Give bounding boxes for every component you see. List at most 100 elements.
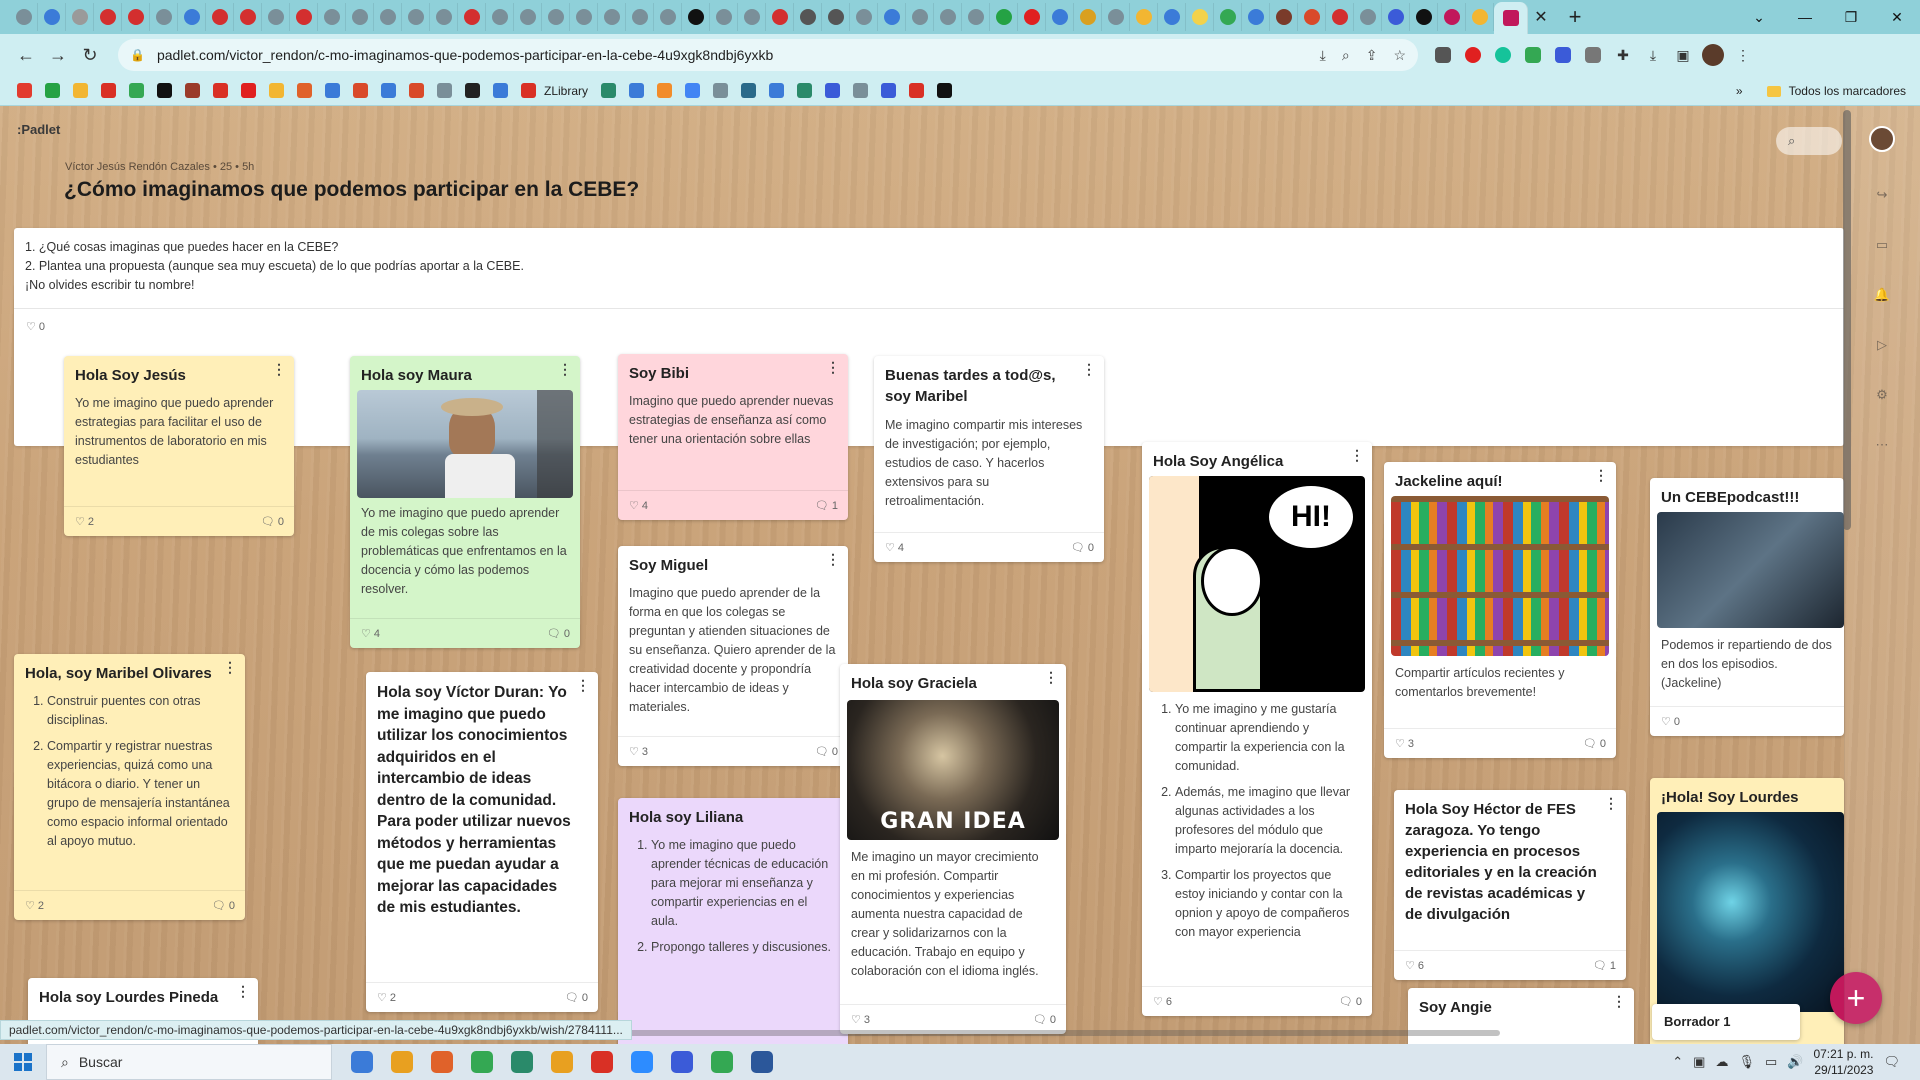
taskbar-app-icon[interactable] xyxy=(382,1044,422,1080)
bookmark-item[interactable] xyxy=(486,79,514,103)
tab-active-padlet[interactable] xyxy=(1494,2,1528,34)
browser-tab[interactable] xyxy=(374,3,402,31)
bookmark-item[interactable] xyxy=(458,79,486,103)
install-app-icon[interactable]: ⤓ xyxy=(1320,47,1326,64)
browser-tab[interactable] xyxy=(486,3,514,31)
browser-tab[interactable] xyxy=(346,3,374,31)
browser-tab[interactable] xyxy=(150,3,178,31)
post-card-liliana[interactable]: Hola soy Liliana Yo me imagino que puedo… xyxy=(618,798,848,1044)
back-button[interactable]: ← xyxy=(10,39,42,71)
more-bookmarks-icon[interactable]: » xyxy=(1736,84,1743,98)
post-menu-icon[interactable]: ⋮ xyxy=(826,552,840,566)
close-window-button[interactable]: ✕ xyxy=(1874,0,1920,34)
comment-button[interactable]: 🗨 0 xyxy=(565,991,588,1004)
post-card-maribel[interactable]: Buenas tardes a tod@s, soy Maribel ⋮ Me … xyxy=(874,356,1104,562)
taskbar-app-icon[interactable] xyxy=(662,1044,702,1080)
post-card-bibi[interactable]: Soy Bibi ⋮ Imagino que puedo aprender nu… xyxy=(618,354,848,520)
bookmark-item[interactable] xyxy=(790,79,818,103)
forward-button[interactable]: → xyxy=(42,39,74,71)
bookmark-label[interactable]: ZLibrary xyxy=(544,84,588,98)
like-button[interactable]: ♡ 4 xyxy=(361,627,380,640)
draft-indicator[interactable]: Borrador 1 xyxy=(1652,1004,1800,1040)
user-avatar[interactable] xyxy=(1869,126,1895,152)
bookmark-item[interactable] xyxy=(262,79,290,103)
post-menu-icon[interactable]: ⋮ xyxy=(576,678,590,692)
browser-tab[interactable] xyxy=(570,3,598,31)
slideshow-icon[interactable]: ▷ xyxy=(1873,336,1891,354)
extension-icon[interactable] xyxy=(1548,40,1578,70)
post-card-maribel-olivares[interactable]: Hola, soy Maribel Olivares ⋮ Construir p… xyxy=(14,654,245,920)
share-icon[interactable]: ↪ xyxy=(1873,186,1891,204)
taskbar-app-icon[interactable] xyxy=(622,1044,662,1080)
network-icon[interactable]: ▭ xyxy=(1765,1054,1777,1070)
post-menu-icon[interactable]: ⋮ xyxy=(223,660,237,674)
browser-tab[interactable] xyxy=(290,3,318,31)
comment-button[interactable]: 🗨 0 xyxy=(1033,1013,1056,1026)
browser-tab[interactable] xyxy=(1270,3,1298,31)
bookmark-item[interactable] xyxy=(650,79,678,103)
bookmark-item[interactable] xyxy=(734,79,762,103)
all-bookmarks[interactable]: » Todos los marcadores xyxy=(1736,76,1906,106)
new-tab-button[interactable]: + xyxy=(1560,2,1590,32)
browser-tab[interactable] xyxy=(1466,3,1494,31)
bookmark-item[interactable] xyxy=(678,79,706,103)
browser-tab[interactable] xyxy=(850,3,878,31)
taskbar-app-icon[interactable] xyxy=(462,1044,502,1080)
browser-tab[interactable] xyxy=(1018,3,1046,31)
bookmark-item[interactable] xyxy=(346,79,374,103)
post-menu-icon[interactable]: ⋮ xyxy=(558,362,572,376)
reload-button[interactable]: ↻ xyxy=(74,39,106,71)
post-card-angelica[interactable]: Hola Soy Angélica ⋮ HI! Yo me imagino y … xyxy=(1142,442,1372,1016)
bookmark-item[interactable] xyxy=(902,79,930,103)
taskbar-clock[interactable]: 07:21 p. m. 29/11/2023 xyxy=(1813,1046,1873,1078)
close-tab-icon[interactable]: ✕ xyxy=(1528,4,1554,30)
comment-button[interactable]: 🗨 0 xyxy=(1339,995,1362,1008)
adblock-icon[interactable] xyxy=(1458,40,1488,70)
browser-tab[interactable] xyxy=(598,3,626,31)
like-button[interactable]: ♡ 6 xyxy=(1405,959,1424,972)
share-icon[interactable]: ⇪ xyxy=(1366,47,1378,64)
browser-tab[interactable] xyxy=(122,3,150,31)
extension-icon[interactable] xyxy=(1428,40,1458,70)
bookmark-item[interactable] xyxy=(178,79,206,103)
browser-tab[interactable] xyxy=(318,3,346,31)
browser-tab[interactable] xyxy=(1214,3,1242,31)
taskbar-app-icon[interactable] xyxy=(702,1044,742,1080)
minimize-button[interactable]: — xyxy=(1782,0,1828,34)
post-card-cebepodcast[interactable]: Un CEBEpodcast!!! Podemos ir repartiendo… xyxy=(1650,478,1844,736)
browser-tab[interactable] xyxy=(962,3,990,31)
browser-tab[interactable] xyxy=(430,3,458,31)
browser-tab[interactable] xyxy=(206,3,234,31)
bookmark-item[interactable] xyxy=(234,79,262,103)
browser-tab[interactable] xyxy=(1046,3,1074,31)
bookmark-item[interactable] xyxy=(846,79,874,103)
browser-tab[interactable] xyxy=(794,3,822,31)
browser-tab[interactable] xyxy=(766,3,794,31)
taskbar-app-icon[interactable] xyxy=(542,1044,582,1080)
bookmark-item[interactable] xyxy=(706,79,734,103)
side-panel-icon[interactable]: ▣ xyxy=(1668,40,1698,70)
zoom-icon[interactable]: ⌕ xyxy=(1342,47,1350,64)
address-bar[interactable]: 🔒 padlet.com/victor_rendon/c-mo-imaginam… xyxy=(118,39,1418,71)
bookmark-item[interactable] xyxy=(122,79,150,103)
browser-tab[interactable] xyxy=(66,3,94,31)
menu-kebab-icon[interactable]: ⋮ xyxy=(1728,40,1758,70)
maximize-button[interactable]: ❐ xyxy=(1828,0,1874,34)
browser-tab[interactable] xyxy=(38,3,66,31)
bookmark-item[interactable] xyxy=(930,79,958,103)
like-button[interactable]: ♡ 2 xyxy=(75,515,94,528)
browser-tab[interactable] xyxy=(1354,3,1382,31)
browser-tab[interactable] xyxy=(934,3,962,31)
more-options-icon[interactable]: ⋯ xyxy=(1873,436,1891,454)
browser-tab[interactable] xyxy=(1438,3,1466,31)
post-card-maura[interactable]: Hola soy Maura ⋮ Yo me imagino que puedo… xyxy=(350,356,580,648)
browser-tab[interactable] xyxy=(514,3,542,31)
board-search-button[interactable]: ⌕ xyxy=(1776,127,1842,155)
browser-tab[interactable] xyxy=(234,3,262,31)
post-menu-icon[interactable]: ⋮ xyxy=(1350,448,1364,462)
like-button[interactable]: ♡ 6 xyxy=(1153,995,1172,1008)
comment-button[interactable]: 🗨 0 xyxy=(547,627,570,640)
comment-button[interactable]: 🗨 0 xyxy=(1583,737,1606,750)
post-menu-icon[interactable]: ⋮ xyxy=(1604,796,1618,810)
settings-icon[interactable]: ⚙ xyxy=(1873,386,1891,404)
